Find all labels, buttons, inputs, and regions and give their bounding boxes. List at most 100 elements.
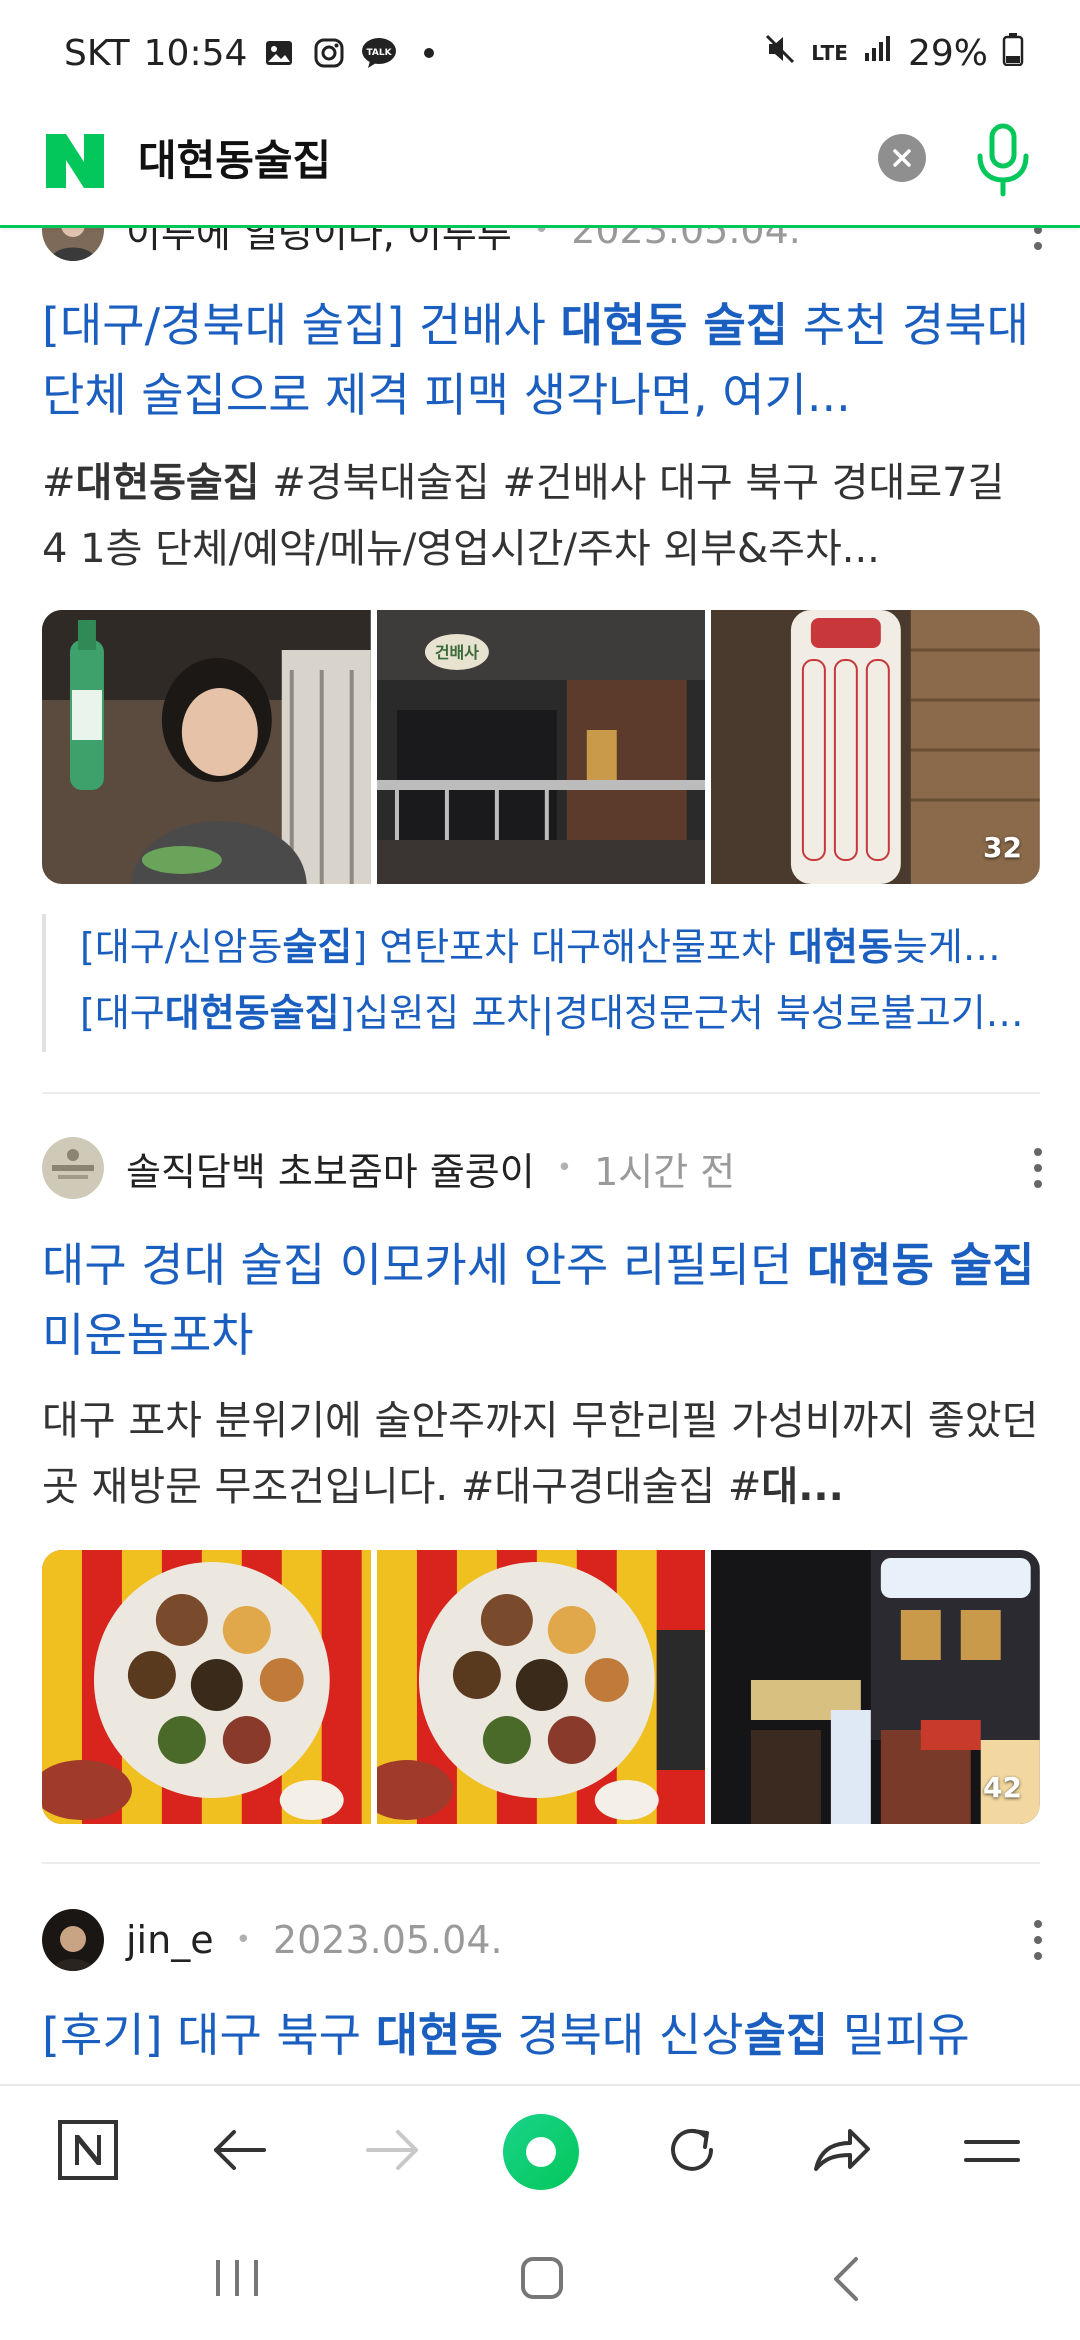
post-date: 1시간 전	[594, 1149, 736, 1194]
search-header: 대현동술집	[0, 106, 1080, 228]
post-date: 2023.05.04.	[272, 1918, 503, 1962]
link-highlight: 대현동	[787, 925, 893, 969]
separator-dot: •	[533, 228, 550, 245]
thumbnail-image[interactable]: 건배사	[376, 610, 706, 884]
refresh-button[interactable]	[652, 2110, 732, 2190]
avatar[interactable]	[42, 1909, 104, 1971]
separator-dot: •	[556, 1153, 573, 1183]
post-description: #대현동술집 #경북대술집 #건배사 대구 북구 경대로7길 4 1층 단체/예…	[42, 450, 1042, 582]
mute-icon	[763, 32, 797, 75]
menu-button[interactable]	[952, 2110, 1032, 2190]
link-highlight: 술집	[282, 925, 353, 969]
home-button[interactable]	[520, 2256, 564, 2304]
title-text: 대구 경대 술집 이모카세 안주 리필되던	[42, 1238, 807, 1292]
forward-button[interactable]	[352, 2110, 432, 2190]
back-button[interactable]	[200, 2110, 280, 2190]
title-highlight: 술집	[743, 2008, 829, 2062]
link-text: ]십원집 포차|경대정문근처 북성로불고기 맛집	[339, 991, 1030, 1035]
image-count-badge: 42	[983, 1771, 1023, 1804]
clear-x-icon	[893, 149, 911, 167]
more-options-icon[interactable]	[1026, 228, 1050, 260]
green-dot-icon	[526, 2137, 556, 2167]
desc-text: #	[42, 460, 76, 506]
naver-home-icon	[58, 2120, 118, 2180]
thumbnail-image[interactable]: 32	[711, 610, 1041, 884]
divider	[42, 1092, 1040, 1094]
back-arrow-icon	[214, 2130, 266, 2170]
more-options-icon[interactable]	[1026, 1138, 1050, 1198]
link-text: [대구	[80, 991, 165, 1035]
title-highlight: 대현동 술집	[806, 1238, 1035, 1292]
desc-highlight: 대현동술집	[75, 460, 260, 506]
naver-n-logo[interactable]	[40, 126, 110, 196]
naver-home-button[interactable]	[48, 2110, 128, 2190]
author-name[interactable]: 이루에 일렁이다, 이루루	[126, 228, 512, 258]
signal-icon	[862, 33, 894, 74]
post-image-gallery[interactable]: 42	[42, 1550, 1041, 1824]
link-text: ] 연탄포차 대구해산물포차	[352, 925, 788, 969]
title-text: 밀피유	[828, 2008, 970, 2062]
title-highlight: 대현동 술집	[560, 298, 789, 352]
recent-apps-icon	[216, 2260, 258, 2296]
microphone-icon	[977, 123, 1029, 197]
title-text: 경북대 신상	[502, 2008, 744, 2062]
search-results: 이루에 일렁이다, 이루루 • 2023.05.04. [대구/경북대 술집] …	[0, 228, 1080, 2084]
title-text: [후기] 대구 북구	[42, 2008, 376, 2062]
refresh-icon	[671, 2128, 713, 2171]
title-text: [대구/경북대 술집] 건배사	[42, 298, 561, 352]
post-date: 2023.05.04.	[571, 228, 801, 252]
post-meta: jin_e • 2023.05.04.	[42, 1908, 503, 1972]
related-link[interactable]: [대구/신암동술집] 연탄포차 대구해산물포차 대현동늦게까지 하는 술집	[80, 914, 1030, 980]
green-dot-button[interactable]	[503, 2114, 579, 2190]
more-options-icon[interactable]	[1026, 1910, 1050, 1970]
thumbnail-image[interactable]	[376, 1550, 706, 1824]
thumbnail-image[interactable]: 42	[711, 1550, 1041, 1824]
thumbnail-image[interactable]	[42, 1550, 371, 1824]
link-highlight: 대현동술집	[164, 991, 340, 1035]
status-bar: SKT 10:54 TALK LTE 29%	[0, 0, 1080, 106]
notification-dot-icon	[411, 35, 447, 71]
divider	[42, 1862, 1040, 1864]
svg-text:TALK: TALK	[367, 48, 393, 58]
avatar[interactable]	[42, 228, 104, 261]
search-input[interactable]: 대현동술집	[138, 130, 331, 192]
post-title[interactable]: [후기] 대구 북구 대현동 경북대 신상술집 밀피유	[42, 2000, 1042, 2070]
title-text: 미운놈포차	[42, 1308, 254, 1362]
desc-text: 대구 포차 분위기에 술안주까지 무한리필 가성비까지 좋았던 곳 재방문 무조…	[42, 1398, 1039, 1510]
post-meta: 이루에 일렁이다, 이루루 • 2023.05.04.	[42, 228, 801, 262]
svg-text:건배사: 건배사	[435, 643, 479, 662]
system-back-button[interactable]	[830, 2256, 860, 2306]
share-button[interactable]	[802, 2110, 882, 2190]
image-count-badge: 32	[983, 831, 1023, 864]
post-image-gallery[interactable]: 건배사 32	[42, 610, 1041, 884]
clock: 10:54	[143, 32, 248, 74]
gallery-icon	[261, 35, 297, 71]
battery-icon	[1002, 32, 1024, 75]
system-navigation-bar	[0, 2214, 1080, 2340]
post-title[interactable]: [대구/경북대 술집] 건배사 대현동 술집 추천 경북대 단체 술집으로 제격…	[42, 290, 1042, 430]
link-text: 늦게까지 하는 술집	[892, 925, 1030, 969]
home-icon	[521, 2257, 563, 2299]
share-icon	[814, 2129, 870, 2171]
browser-toolbar	[0, 2084, 1080, 2214]
related-link[interactable]: [대구대현동술집]십원집 포차|경대정문근처 북성로불고기 맛집	[80, 980, 1030, 1046]
related-links: [대구/신암동술집] 연탄포차 대구해산물포차 대현동늦게까지 하는 술집 [대…	[42, 914, 1040, 1052]
avatar[interactable]	[42, 1137, 104, 1199]
network-label: LTE	[811, 41, 848, 65]
title-highlight: 대현동	[375, 2008, 503, 2062]
talk-icon: TALK	[361, 35, 397, 71]
thumbnail-image[interactable]	[42, 610, 371, 884]
link-text: [대구/신암동	[80, 925, 283, 969]
status-left: SKT 10:54 TALK	[64, 28, 447, 78]
menu-icon	[964, 2140, 1020, 2162]
instagram-icon	[311, 35, 347, 71]
author-name[interactable]: jin_e	[126, 1918, 214, 1962]
recent-apps-button[interactable]	[212, 2258, 262, 2302]
voice-search-button[interactable]	[970, 122, 1036, 200]
carrier-label: SKT	[64, 32, 130, 74]
author-name[interactable]: 솔직담백 초보줌마 쥴콩이	[126, 1141, 535, 1196]
status-right: LTE 29%	[763, 28, 1024, 78]
post-title[interactable]: 대구 경대 술집 이모카세 안주 리필되던 대현동 술집 미운놈포차	[42, 1230, 1042, 1370]
post-meta: 솔직담백 초보줌마 쥴콩이 • 1시간 전	[42, 1136, 735, 1200]
clear-search-button[interactable]	[878, 134, 926, 182]
